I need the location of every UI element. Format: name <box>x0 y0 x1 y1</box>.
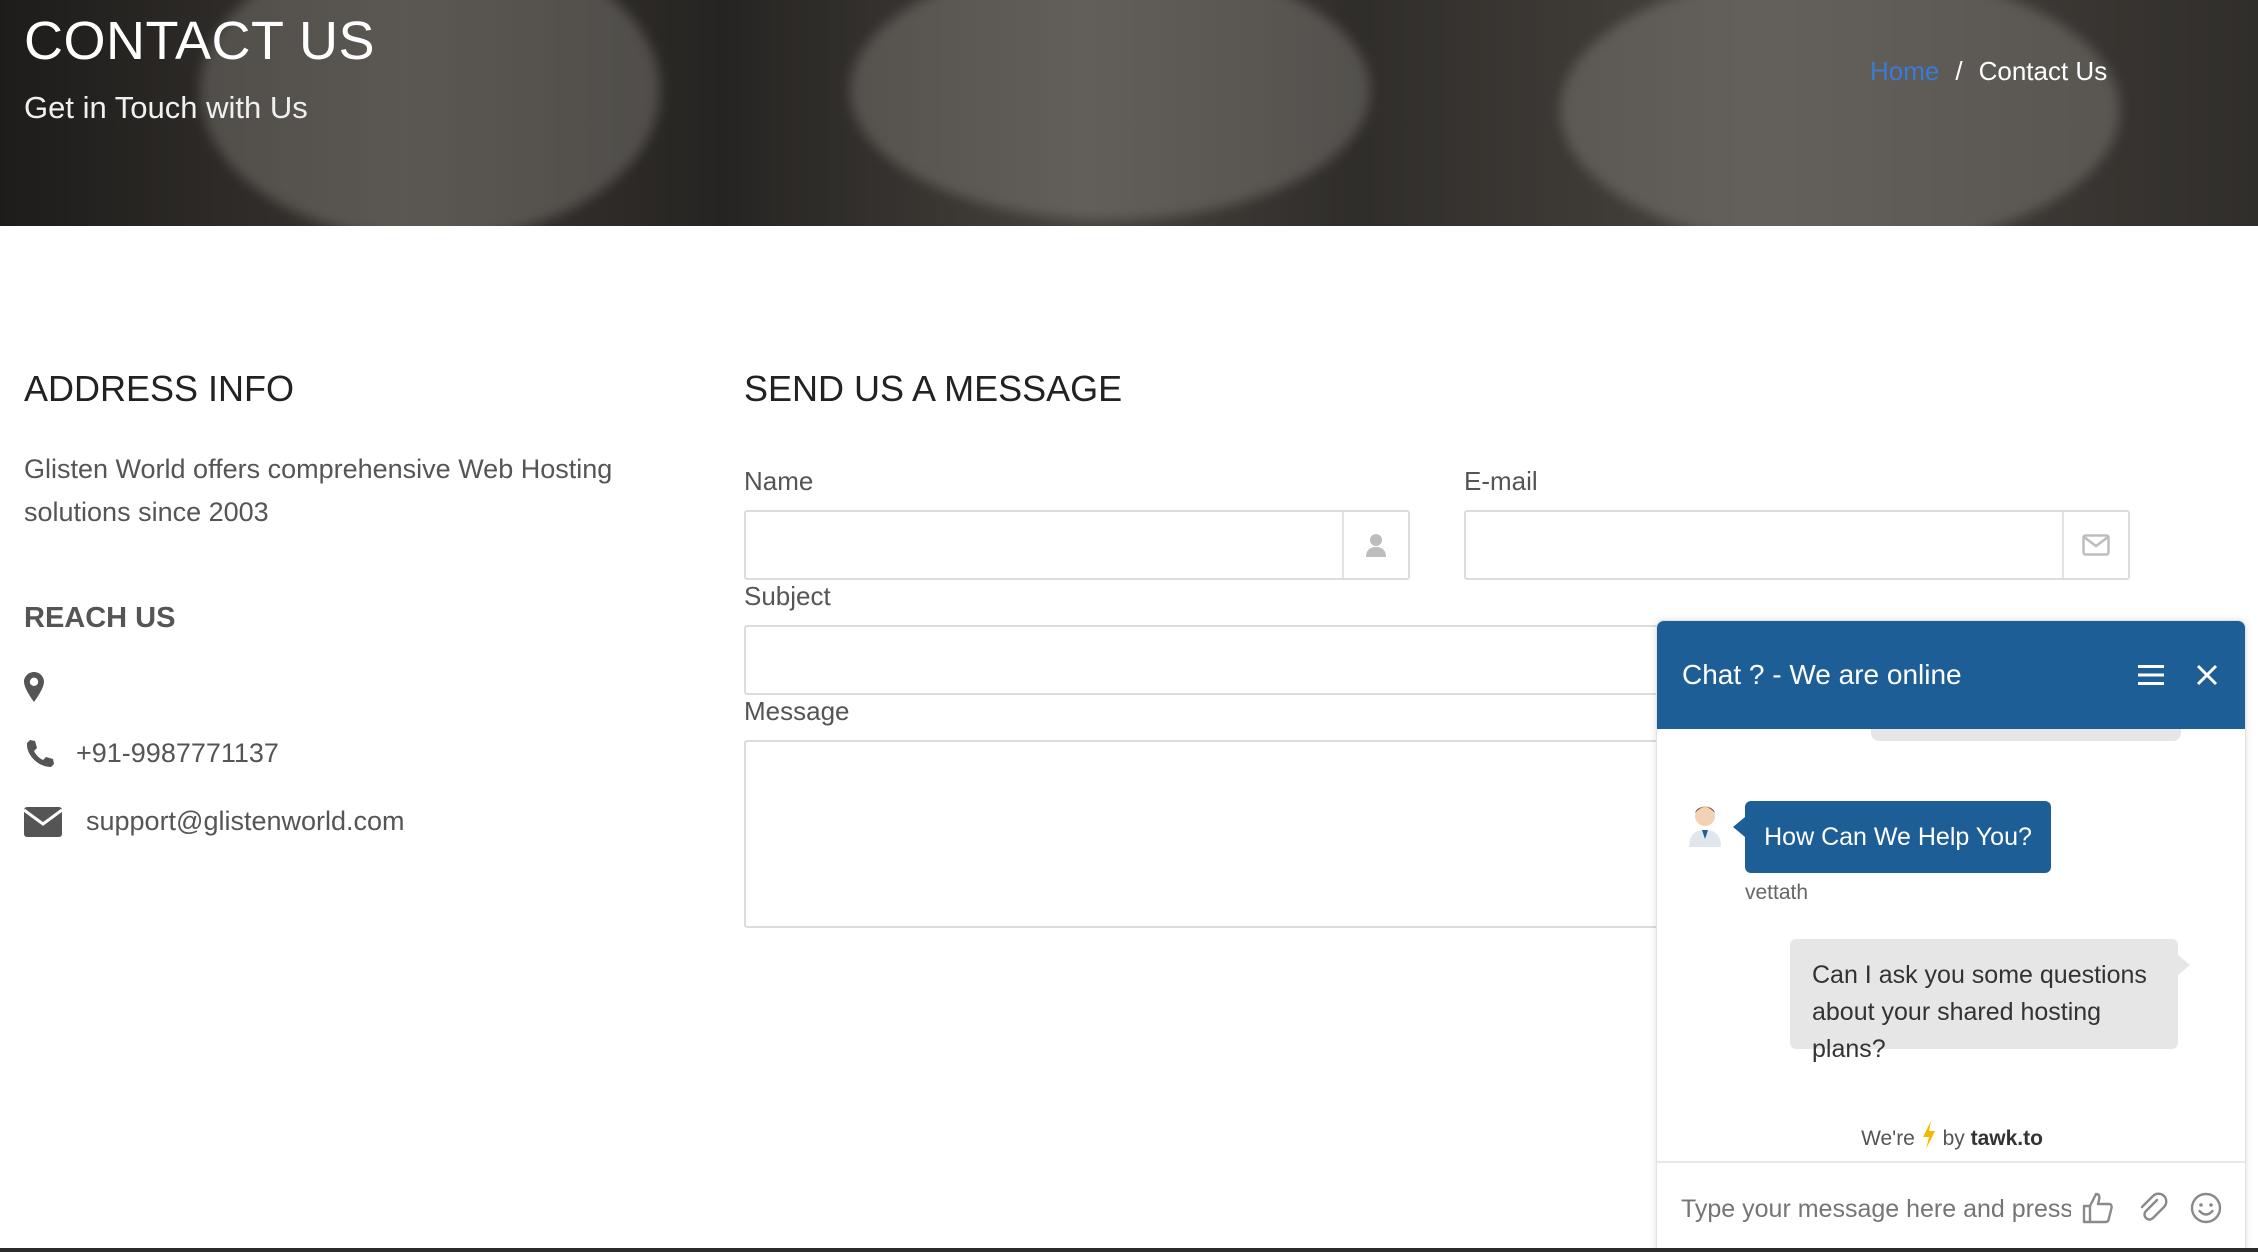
user-message-bubble: Can I ask you some questions about your … <box>1790 939 2190 1063</box>
chat-message-input[interactable] <box>1681 1187 2071 1231</box>
location-row <box>24 672 44 702</box>
close-icon[interactable] <box>2191 659 2223 691</box>
name-input[interactable] <box>746 512 1342 578</box>
breadcrumb-home-link[interactable]: Home <box>1870 56 1939 87</box>
address-info-heading: ADDRESS INFO <box>24 368 295 409</box>
page-title: CONTACT US <box>24 11 376 71</box>
paperclip-icon[interactable] <box>2135 1191 2169 1225</box>
hamburger-menu-icon[interactable] <box>2135 659 2167 691</box>
chat-widget: Chat ? - We are online How Can We Help Y… <box>1656 620 2246 1252</box>
subject-label: Subject <box>744 581 831 611</box>
powered-prefix: We're <box>1861 1127 1915 1150</box>
email-row: support@glistenworld.com <box>24 806 405 837</box>
name-label: Name <box>744 466 814 496</box>
agent-message-bubble: How Can We Help You? <box>1733 801 2051 873</box>
tawk-brand: tawk.to <box>1970 1127 2043 1150</box>
email-input[interactable] <box>1466 512 2062 578</box>
name-field <box>744 510 1410 580</box>
phone-icon <box>26 739 54 767</box>
chat-title: Chat ? - We are online <box>1682 659 1962 690</box>
reach-us-heading: REACH US <box>24 602 176 634</box>
agent-name: vettath <box>1745 881 1809 904</box>
breadcrumb-separator: / <box>1955 56 1963 86</box>
user-icon <box>1366 534 1386 557</box>
thumbs-up-icon[interactable] <box>2081 1191 2115 1225</box>
page-bottom-border <box>0 1248 2258 1252</box>
phone-row: +91-9987771137 <box>24 738 279 769</box>
message-label: Message <box>744 696 850 726</box>
emoji-icon[interactable] <box>2189 1191 2223 1225</box>
hero-banner: CONTACT US Get in Touch with Us Home / C… <box>0 0 2258 226</box>
name-addon <box>1342 512 1408 578</box>
email-label: E-mail <box>1464 466 1538 496</box>
chat-header: Chat ? - We are online <box>1657 621 2245 729</box>
powered-by-text: by <box>1942 1127 1965 1150</box>
envelope-icon <box>24 806 62 837</box>
email-addon <box>2062 512 2128 578</box>
breadcrumb-current: Contact Us <box>1978 56 2108 86</box>
map-marker-icon <box>24 672 44 702</box>
powered-by-footer[interactable]: We're by tawk.to <box>1657 1121 2245 1151</box>
envelope-outline-icon <box>2082 534 2110 556</box>
page-subtitle: Get in Touch with Us <box>24 90 308 125</box>
email-field <box>1464 510 2130 580</box>
agent-avatar <box>1689 806 1721 847</box>
previous-message-bubble <box>1871 729 2181 741</box>
chat-input-bar <box>1657 1161 2245 1252</box>
breadcrumb: Home / Contact Us <box>1870 56 2107 87</box>
address-description: Glisten World offers comprehensive Web H… <box>24 454 613 527</box>
email-address[interactable]: support@glistenworld.com <box>86 806 405 837</box>
lightning-bolt-icon <box>1922 1121 1935 1149</box>
phone-number[interactable]: +91-9987771137 <box>76 738 279 769</box>
send-message-heading: SEND US A MESSAGE <box>744 368 1123 409</box>
